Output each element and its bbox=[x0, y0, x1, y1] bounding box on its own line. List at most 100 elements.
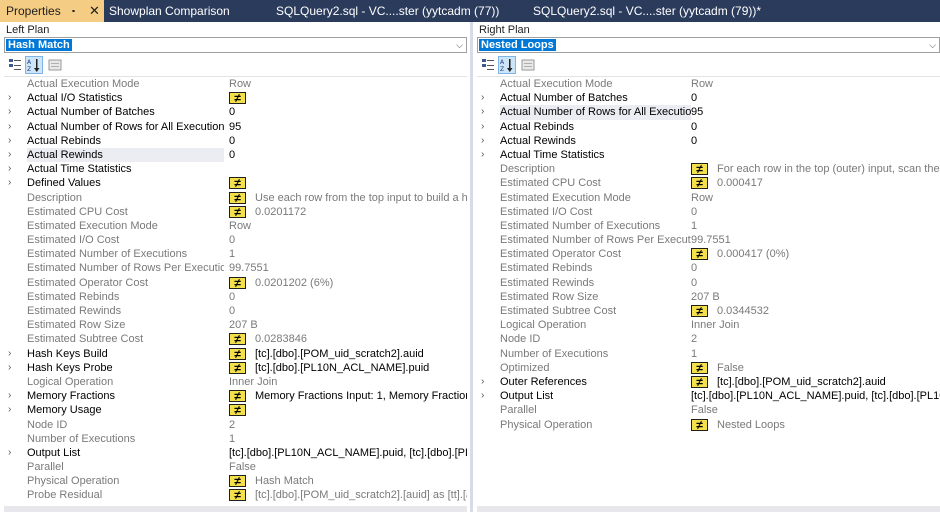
property-row[interactable]: Estimated Execution Mode Row bbox=[4, 219, 467, 233]
property-row[interactable]: › Actual Rewinds 0 bbox=[477, 134, 940, 148]
chevron-right-icon[interactable]: › bbox=[8, 120, 11, 134]
property-row[interactable]: › Actual Rebinds 0 bbox=[477, 120, 940, 134]
chevron-right-icon[interactable]: › bbox=[8, 134, 11, 148]
left-horizontal-scrollbar[interactable] bbox=[4, 506, 467, 512]
property-row[interactable]: › Actual I/O Statistics ≠ bbox=[4, 91, 467, 105]
property-row[interactable]: Probe Residual ≠ [tc].[dbo].[POM_uid_scrat… bbox=[4, 488, 467, 502]
categorized-icon[interactable] bbox=[479, 56, 497, 74]
property-row[interactable]: › Output List [tc].[dbo].[PL10N_ACL_NAME].… bbox=[4, 446, 467, 460]
property-row[interactable]: Estimated Subtree Cost ≠ 0.0283846 bbox=[4, 332, 467, 346]
chevron-down-icon[interactable]: ⌵ bbox=[929, 38, 936, 52]
chevron-right-icon[interactable]: › bbox=[8, 389, 11, 403]
chevron-right-icon[interactable]: › bbox=[8, 403, 11, 417]
chevron-right-icon[interactable]: › bbox=[481, 134, 484, 148]
tab-sqlquery-79[interactable]: SQLQuery2.sql - VC....ster (yytcadm (79)… bbox=[533, 0, 783, 22]
property-row[interactable]: Node ID 2 bbox=[477, 332, 940, 346]
property-row[interactable]: Optimized ≠ False bbox=[477, 361, 940, 375]
property-row[interactable]: Physical Operation ≠ Hash Match bbox=[4, 474, 467, 488]
property-pages-icon[interactable] bbox=[46, 56, 64, 74]
pin-icon[interactable]: ⬝ bbox=[72, 0, 75, 22]
property-row[interactable]: › Memory Fractions ≠ Memory Fractions Input… bbox=[4, 389, 467, 403]
property-row[interactable]: Estimated Operator Cost ≠ 0.000417 (0%) bbox=[477, 247, 940, 261]
property-row[interactable]: Estimated Row Size 207 B bbox=[477, 290, 940, 304]
property-row[interactable]: Physical Operation ≠ Nested Loops bbox=[477, 418, 940, 432]
categorized-icon[interactable] bbox=[6, 56, 24, 74]
chevron-right-icon[interactable]: › bbox=[8, 176, 11, 190]
chevron-right-icon[interactable]: › bbox=[481, 105, 484, 119]
tab-showplan-comparison[interactable]: Showplan Comparison bbox=[109, 0, 269, 22]
property-row[interactable]: Estimated I/O Cost 0 bbox=[477, 205, 940, 219]
property-row[interactable]: › Actual Time Statistics bbox=[4, 162, 467, 176]
close-icon[interactable]: ✕ bbox=[89, 0, 100, 22]
property-name: Actual Time Statistics bbox=[500, 148, 605, 161]
chevron-right-icon[interactable]: › bbox=[8, 446, 11, 460]
property-row[interactable]: › Actual Rewinds 0 bbox=[4, 147, 467, 163]
property-row[interactable]: Description ≠ For each row in the top (out… bbox=[477, 162, 940, 176]
property-row[interactable]: Estimated CPU Cost ≠ 0.0201172 bbox=[4, 205, 467, 219]
property-row[interactable]: › Output List [tc].[dbo].[PL10N_ACL_NAME].… bbox=[477, 389, 940, 403]
sort-alpha-icon[interactable]: AZ bbox=[498, 56, 516, 74]
property-row[interactable]: Estimated Execution Mode Row bbox=[477, 191, 940, 205]
property-row[interactable]: Node ID 2 bbox=[4, 418, 467, 432]
chevron-right-icon[interactable]: › bbox=[8, 361, 11, 375]
not-equal-glyph: ≠ bbox=[234, 360, 241, 375]
chevron-right-icon[interactable]: › bbox=[8, 105, 11, 119]
right-horizontal-scrollbar[interactable] bbox=[477, 506, 940, 512]
property-row[interactable]: Estimated Number of Executions 1 bbox=[4, 247, 467, 261]
property-row[interactable]: Actual Execution Mode Row bbox=[4, 77, 467, 91]
property-value-text: Row bbox=[229, 219, 252, 232]
property-row[interactable]: › Memory Usage ≠ bbox=[4, 403, 467, 417]
property-row[interactable]: Actual Execution Mode Row bbox=[477, 77, 940, 91]
property-row[interactable]: › Actual Number of Rows for All Execution… bbox=[4, 120, 467, 134]
property-row[interactable]: Number of Executions 1 bbox=[477, 347, 940, 361]
property-row[interactable]: Estimated Rebinds 0 bbox=[4, 290, 467, 304]
chevron-right-icon[interactable]: › bbox=[8, 162, 11, 176]
property-row[interactable]: Estimated I/O Cost 0 bbox=[4, 233, 467, 247]
chevron-right-icon[interactable]: › bbox=[481, 120, 484, 134]
property-row[interactable]: › Hash Keys Probe ≠ [tc].[dbo].[PL10N_ACL_N… bbox=[4, 361, 467, 375]
right-operator-dropdown[interactable]: Nested Loops ⌵ bbox=[477, 37, 940, 53]
property-row[interactable]: Estimated Number of Rows Per Execution 99… bbox=[4, 261, 467, 275]
property-row[interactable]: Description ≠ Use each row from the top in… bbox=[4, 191, 467, 205]
property-row[interactable]: Estimated Rewinds 0 bbox=[4, 304, 467, 318]
property-row[interactable]: Parallel False bbox=[4, 460, 467, 474]
property-value: [tc].[dbo].[PL10N_ACL_NAME].puid, [tc].[… bbox=[229, 446, 467, 460]
property-row[interactable]: › Actual Number of Batches 0 bbox=[4, 105, 467, 119]
property-row[interactable]: › Actual Rebinds 0 bbox=[4, 134, 467, 148]
property-row[interactable]: Estimated Rebinds 0 bbox=[477, 261, 940, 275]
left-operator-dropdown[interactable]: Hash Match ⌵ bbox=[4, 37, 467, 53]
not-equal-glyph: ≠ bbox=[234, 91, 241, 106]
property-row[interactable]: › Defined Values ≠ bbox=[4, 176, 467, 190]
chevron-right-icon[interactable]: › bbox=[8, 148, 11, 162]
property-row[interactable]: Estimated Operator Cost ≠ 0.0201202 (6%) bbox=[4, 276, 467, 290]
chevron-right-icon[interactable]: › bbox=[481, 148, 484, 162]
property-row[interactable]: › Actual Number of Rows for All Execution… bbox=[477, 105, 940, 120]
property-row[interactable]: › Outer References ≠ [tc].[dbo].[POM_uid_sc… bbox=[477, 375, 940, 389]
property-value-text: 0 bbox=[691, 205, 698, 218]
property-row[interactable]: Estimated Rewinds 0 bbox=[477, 276, 940, 290]
property-row[interactable]: Estimated Number of Executions 1 bbox=[477, 219, 940, 233]
property-value: 0 bbox=[229, 304, 467, 318]
property-row[interactable]: Parallel False bbox=[477, 403, 940, 417]
property-row[interactable]: Number of Executions 1 bbox=[4, 432, 467, 446]
property-row[interactable]: Estimated Number of Rows Per Execution 99… bbox=[477, 233, 940, 247]
property-row[interactable]: › Hash Keys Build ≠ [tc].[dbo].[POM_uid_scr… bbox=[4, 347, 467, 361]
property-pages-icon[interactable] bbox=[519, 56, 537, 74]
tab-sqlquery-77[interactable]: SQLQuery2.sql - VC....ster (yytcadm (77)… bbox=[276, 0, 526, 22]
sort-alpha-icon[interactable]: AZ bbox=[25, 56, 43, 74]
property-row[interactable]: Estimated Subtree Cost ≠ 0.0344532 bbox=[477, 304, 940, 318]
chevron-right-icon[interactable]: › bbox=[8, 347, 11, 361]
chevron-right-icon[interactable]: › bbox=[481, 91, 484, 105]
chevron-right-icon[interactable]: › bbox=[481, 375, 484, 389]
property-name: Estimated Row Size bbox=[27, 319, 126, 332]
property-row[interactable]: Estimated CPU Cost ≠ 0.000417 bbox=[477, 176, 940, 190]
property-row[interactable]: › Actual Number of Batches 0 bbox=[477, 91, 940, 105]
chevron-right-icon[interactable]: › bbox=[8, 91, 11, 105]
property-row[interactable]: Logical Operation Inner Join bbox=[4, 375, 467, 389]
chevron-down-icon[interactable]: ⌵ bbox=[456, 38, 463, 52]
tab-properties[interactable]: Properties ⬝ ✕ bbox=[0, 0, 104, 22]
chevron-right-icon[interactable]: › bbox=[481, 389, 484, 403]
property-row[interactable]: Estimated Row Size 207 B bbox=[4, 318, 467, 332]
property-row[interactable]: Logical Operation Inner Join bbox=[477, 318, 940, 332]
property-row[interactable]: › Actual Time Statistics bbox=[477, 148, 940, 162]
